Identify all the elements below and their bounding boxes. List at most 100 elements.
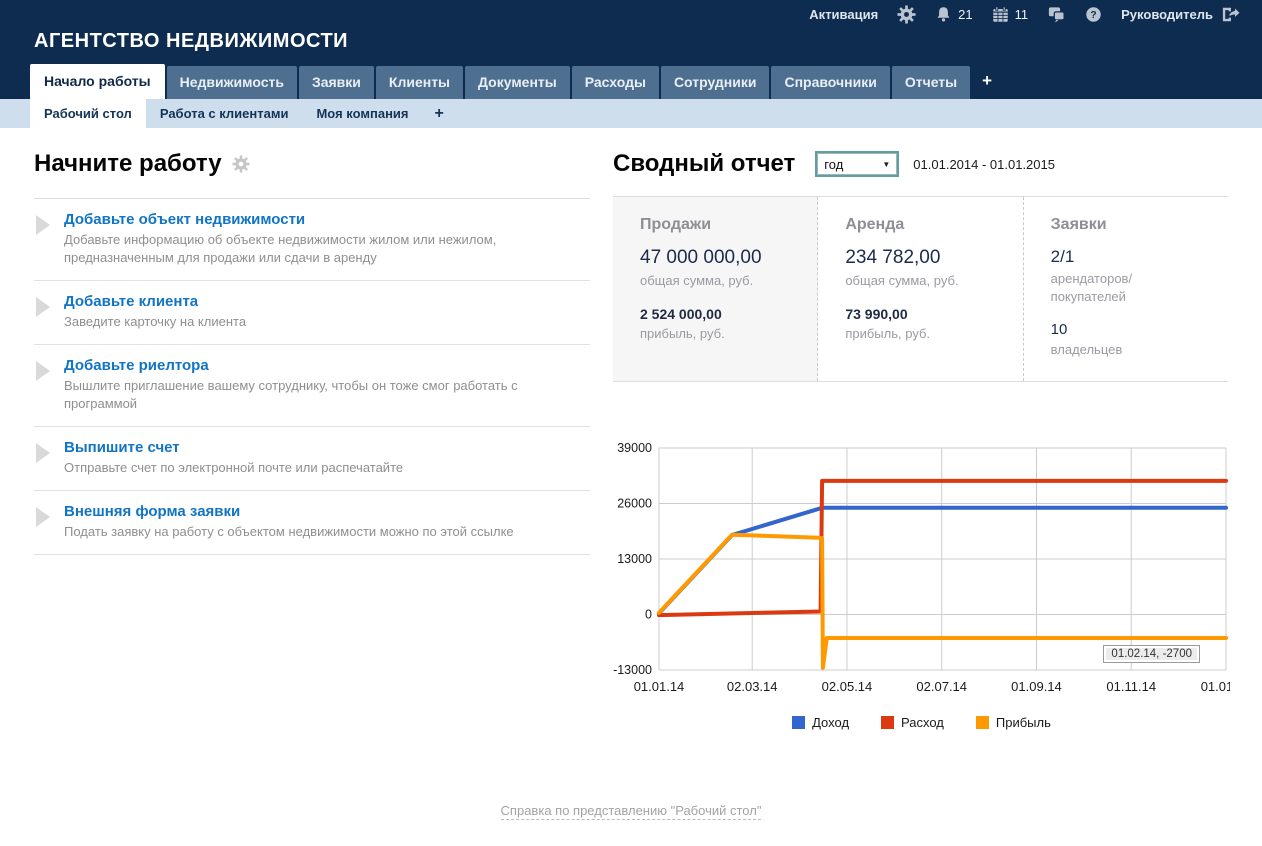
subtab-client-work[interactable]: Работа с клиентами	[146, 99, 303, 128]
report-header: Сводный отчет год ▼ 01.01.2014 - 01.01.2…	[613, 148, 1228, 196]
bell-icon	[935, 6, 952, 23]
arrow-right-icon	[36, 443, 50, 463]
calendar-button[interactable]: 11	[992, 6, 1029, 23]
tab-requests[interactable]: Заявки	[299, 66, 374, 99]
tab-employees[interactable]: Сотрудники	[661, 66, 770, 99]
help-link[interactable]: Справка по представлению "Рабочий стол"	[501, 803, 762, 820]
svg-text:02.05.14: 02.05.14	[822, 679, 873, 694]
step-add-client[interactable]: Добавьте клиента Заведите карточку на кл…	[34, 281, 590, 345]
step-add-realtor[interactable]: Добавьте риелтора Вышлите приглашение ва…	[34, 345, 590, 427]
stat-profit-value: 73 990,00	[845, 306, 1008, 322]
stat-sales: Продажи 47 000 000,00 общая сумма, руб. …	[613, 197, 818, 381]
page-footer: Справка по представлению "Рабочий стол"	[0, 802, 1262, 820]
arrow-right-icon	[36, 361, 50, 381]
legend-swatch-income	[792, 716, 805, 729]
settings-button[interactable]	[897, 5, 916, 24]
step-text: Внешняя форма заявки Подать заявку на ра…	[64, 503, 514, 541]
svg-text:13000: 13000	[617, 552, 652, 566]
tab-clients[interactable]: Клиенты	[376, 66, 463, 99]
step-text: Добавьте объект недвижимости Добавьте ин…	[64, 211, 584, 267]
chart-tooltip: 01.02.14, -2700	[1103, 645, 1200, 663]
period-select[interactable]: год ▼	[817, 153, 897, 175]
chart-legend: Доход Расход Прибыль	[613, 715, 1230, 730]
stat-profit-value: 2 524 000,00	[640, 306, 803, 322]
user-role-label: Руководитель	[1121, 7, 1213, 22]
date-range-label: 01.01.2014 - 01.01.2015	[913, 157, 1055, 172]
arrow-right-icon	[36, 215, 50, 235]
stat-tenants-buyers-label: арендаторов/ покупателей	[1051, 270, 1214, 305]
step-title-link[interactable]: Добавьте риелтора	[64, 357, 584, 374]
getting-started-title: Начните работу	[34, 150, 222, 178]
step-description: Добавьте информацию об объекте недвижимо…	[64, 231, 584, 267]
tab-reports[interactable]: Отчеты	[892, 66, 970, 99]
step-text: Выпишите счет Отправьте счет по электрон…	[64, 439, 403, 477]
step-issue-invoice[interactable]: Выпишите счет Отправьте счет по электрон…	[34, 427, 590, 491]
tab-documents[interactable]: Документы	[465, 66, 570, 99]
svg-text:26000: 26000	[617, 496, 652, 510]
step-text: Добавьте риелтора Вышлите приглашение ва…	[64, 357, 584, 413]
report-stats: Продажи 47 000 000,00 общая сумма, руб. …	[613, 196, 1228, 382]
step-title-link[interactable]: Внешняя форма заявки	[64, 503, 514, 520]
step-title-link[interactable]: Выпишите счет	[64, 439, 403, 456]
arrow-right-icon	[36, 507, 50, 527]
stat-owners-value: 10	[1051, 321, 1214, 338]
add-subtab-button[interactable]: +	[423, 99, 456, 128]
tab-directories[interactable]: Справочники	[771, 66, 889, 99]
step-title-link[interactable]: Добавьте объект недвижимости	[64, 211, 584, 228]
step-add-property[interactable]: Добавьте объект недвижимости Добавьте ин…	[34, 199, 590, 281]
report-title: Сводный отчет	[613, 150, 795, 178]
header-toolbar: Активация 21	[809, 5, 1240, 24]
svg-text:01.01.14: 01.01.14	[634, 679, 685, 694]
panel-settings-gear-icon[interactable]	[232, 155, 250, 173]
stat-tenants-buyers-value: 2/1	[1051, 247, 1214, 267]
svg-text:02.03.14: 02.03.14	[727, 679, 778, 694]
getting-started-header: Начните работу	[34, 148, 590, 199]
tab-expenses[interactable]: Расходы	[572, 66, 659, 99]
summary-report-panel: Сводный отчет год ▼ 01.01.2014 - 01.01.2…	[613, 148, 1228, 730]
svg-text:01.09.14: 01.09.14	[1011, 679, 1062, 694]
summary-chart: 39000 26000 13000 0 -13000 01.01.14 02.03.14 02…	[613, 438, 1230, 730]
legend-income: Доход	[792, 715, 849, 730]
stat-total-label: общая сумма, руб.	[845, 272, 1008, 290]
stat-rent: Аренда 234 782,00 общая сумма, руб. 73 9…	[818, 197, 1023, 381]
step-description: Подать заявку на работу с объектом недви…	[64, 523, 514, 541]
help-button[interactable]: ?	[1085, 6, 1102, 23]
stat-header: Заявки	[1051, 216, 1214, 234]
subtab-desktop[interactable]: Рабочий стол	[30, 99, 146, 128]
svg-text:0: 0	[645, 607, 652, 621]
svg-text:02.07.14: 02.07.14	[916, 679, 967, 694]
app-title: АГЕНТСТВО НЕДВИЖИМОСТИ	[34, 30, 348, 53]
legend-label: Прибыль	[996, 715, 1051, 730]
add-tab-button[interactable]: +	[972, 65, 1002, 99]
svg-text:39000: 39000	[617, 441, 652, 455]
step-description: Вышлите приглашение вашему сотруднику, ч…	[64, 377, 584, 413]
svg-text:01.11.14: 01.11.14	[1106, 679, 1156, 694]
step-description: Заведите карточку на клиента	[64, 313, 246, 331]
stat-profit-label: прибыль, руб.	[845, 325, 1008, 343]
legend-label: Доход	[812, 715, 849, 730]
step-text: Добавьте клиента Заведите карточку на кл…	[64, 293, 246, 331]
messages-button[interactable]	[1047, 6, 1066, 23]
user-menu[interactable]: Руководитель	[1121, 6, 1240, 23]
subtab-my-company[interactable]: Моя компания	[302, 99, 422, 128]
notifications-button[interactable]: 21	[935, 6, 972, 23]
step-title-link[interactable]: Добавьте клиента	[64, 293, 246, 310]
activation-link[interactable]: Активация	[809, 7, 878, 22]
legend-expense: Расход	[881, 715, 944, 730]
svg-text:-13000: -13000	[613, 663, 652, 677]
step-external-request-form[interactable]: Внешняя форма заявки Подать заявку на ра…	[34, 491, 590, 555]
logout-icon[interactable]	[1221, 6, 1240, 23]
content-area: Начните работу Добавьте объект недвижимо…	[0, 128, 1262, 730]
stat-header: Продажи	[640, 216, 803, 234]
tab-getting-started[interactable]: Начало работы	[30, 64, 165, 99]
stat-profit-label: прибыль, руб.	[640, 325, 803, 343]
tab-realty[interactable]: Недвижимость	[167, 66, 297, 99]
legend-swatch-expense	[881, 716, 894, 729]
question-icon: ?	[1085, 6, 1102, 23]
svg-text:?: ?	[1091, 10, 1097, 21]
app-header: АГЕНТСТВО НЕДВИЖИМОСТИ Активация 21	[0, 0, 1262, 62]
getting-started-panel: Начните работу Добавьте объект недвижимо…	[34, 148, 590, 730]
sub-tabs: Рабочий стол Работа с клиентами Моя комп…	[0, 99, 1262, 128]
legend-profit: Прибыль	[976, 715, 1051, 730]
stat-owners-label: владельцев	[1051, 341, 1214, 359]
